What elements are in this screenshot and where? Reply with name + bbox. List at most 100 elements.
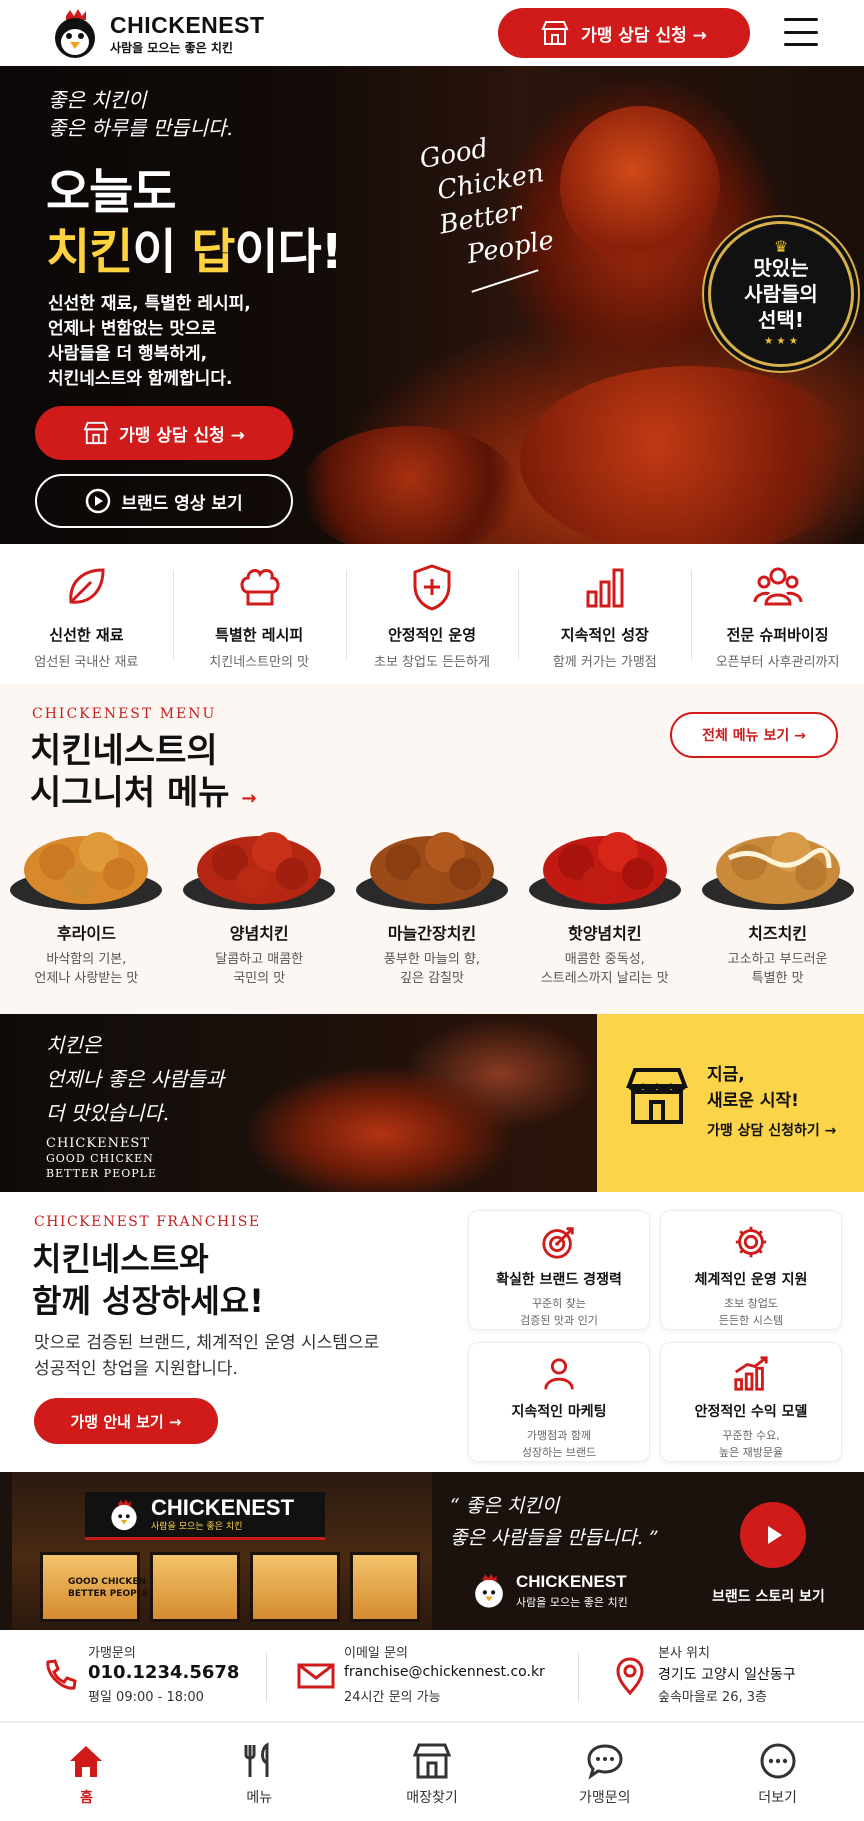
menu-title-line1: 치킨네스트의: [30, 731, 218, 771]
menu-desc-line1: 풍부한 마늘의 향,: [383, 952, 481, 967]
franchise-guide-button[interactable]: 가맹 안내 보기 →: [34, 1398, 218, 1444]
contact-bar: 가맹문의 010.1234.5678 평일 09:00 - 18:00 이메일 …: [0, 1630, 864, 1722]
store-icon: [412, 1743, 452, 1779]
franchise-apply-link[interactable]: 가맹 상담 신청하기 →: [707, 1120, 836, 1140]
franchise-card-desc: 꾸준히 찾는 검증된 맛과 인기: [520, 1295, 598, 1329]
menu-desc-line1: 고소하고 부드러운: [727, 952, 828, 967]
play-icon: [768, 1526, 782, 1544]
promo-brand-line3: BETTER PEOPLE: [46, 1167, 157, 1180]
franchise-card-desc-line2: 검증된 맛과 인기: [520, 1314, 598, 1327]
nav-franchise-inquiry[interactable]: 가맹문의: [518, 1723, 691, 1821]
menu-name: 양념치킨: [229, 924, 289, 943]
brand-video-label: 브랜드 영상 보기: [121, 493, 243, 514]
phone-icon: [46, 1659, 77, 1690]
play-video-button[interactable]: [740, 1502, 806, 1568]
leaf-icon: [69, 568, 105, 604]
gear-icon: [735, 1226, 767, 1258]
store-window: [350, 1552, 420, 1622]
banner-logo-name: CHICKENEST: [516, 1572, 627, 1591]
franchise-card-desc-line1: 꾸준한 수요,: [722, 1429, 780, 1442]
franchise-title: 치킨네스트와 함께 성장하세요!: [32, 1238, 264, 1322]
tagline-underline: [471, 269, 539, 293]
address-label: 본사 위치: [658, 1646, 710, 1661]
hero-title-answer: 답: [191, 224, 235, 280]
menu-name: 마늘간장치킨: [387, 924, 477, 943]
menu-desc-line2: 깊은 감칠맛: [400, 971, 464, 986]
brand-quote-line1: “ 좋은 치킨이: [450, 1495, 560, 1517]
hero-franchise-button[interactable]: 가맹 상담 신청 →: [35, 406, 293, 460]
storefront-sign-slogan: 사람을 모으는 좋은 치킨: [151, 1522, 243, 1532]
menu-item[interactable]: 마늘간장치킨 풍부한 마늘의 향, 깊은 감칠맛: [346, 808, 519, 988]
nav-more[interactable]: 더보기: [691, 1723, 864, 1821]
phone-number[interactable]: 010.1234.5678: [88, 1662, 239, 1683]
utensils-icon: [244, 1742, 269, 1777]
feature-title: 안정적인 운영: [387, 626, 476, 644]
hero-desc-line1: 신선한 재료, 특별한 레시피,: [48, 294, 251, 314]
menu-item[interactable]: 핫양념치킨 매콤한 중독성, 스트레스까지 날리는 맛: [518, 808, 691, 988]
franchise-desc-line1: 맛으로 검증된 브랜드, 체계적인 운영 시스템으로: [34, 1333, 380, 1353]
brand-slogan: 사람을 모으는 좋은 치킨: [110, 40, 233, 55]
feature-sub: 함께 커가는 가맹점: [552, 655, 657, 670]
menu-item[interactable]: 양념치킨 달콤하고 매콤한 국민의 맛: [173, 808, 346, 988]
hero-script-text: 좋은 치킨이 좋은 하루를 만듭니다.: [48, 86, 233, 142]
brand-name: CHICKENEST: [110, 11, 265, 38]
franchise-card-title: 지속적인 마케팅: [511, 1404, 607, 1420]
feature-title: 지속적인 성장: [560, 626, 649, 644]
feature-sub: 오픈부터 사후관리까지: [715, 655, 840, 670]
store-icon: [83, 421, 109, 445]
feature-title: 신선한 재료: [49, 626, 124, 644]
email-label: 이메일 문의: [344, 1646, 408, 1661]
nav-home[interactable]: 홈: [0, 1723, 173, 1821]
franchise-card-desc-line1: 초보 창업도: [723, 1297, 779, 1310]
stars-icon: ★ ★ ★: [764, 336, 798, 347]
store-window: [150, 1552, 240, 1622]
franchise-card: 확실한 브랜드 경쟁력 꾸준히 찾는 검증된 맛과 인기: [468, 1210, 650, 1330]
menu-name: 핫양념치킨: [567, 924, 642, 943]
franchise-card: 지속적인 마케팅 가맹점과 함께 성장하는 브랜드: [468, 1342, 650, 1462]
franchise-consult-button[interactable]: 가맹 상담 신청 →: [498, 8, 750, 58]
hero-title-chicken: 치킨: [46, 224, 133, 280]
franchise-kicker: CHICKENEST FRANCHISE: [34, 1214, 261, 1230]
nav-store-finder[interactable]: 매장찾기: [346, 1723, 519, 1821]
hero-script-line1: 좋은 치킨이: [48, 88, 147, 112]
promo-brand-name: CHICKENEST: [46, 1136, 151, 1151]
new-start-cta[interactable]: 지금, 새로운 시작! 가맹 상담 신청하기 →: [597, 1014, 864, 1192]
store-window-line2: BETTER PEOPLE: [68, 1589, 149, 1599]
brand-video-button[interactable]: 브랜드 영상 보기: [35, 474, 293, 528]
chicken-mascot-icon: [48, 8, 102, 60]
fried-chicken-image: [10, 832, 163, 910]
badge-line2: 사람들의: [744, 282, 818, 306]
menu-name: 치즈치킨: [748, 924, 808, 943]
franchise-desc-line2: 성공적인 창업을 지원합니다.: [34, 1359, 238, 1379]
people-icon: [544, 1358, 574, 1390]
brand-story-link[interactable]: 브랜드 스토리 보기: [712, 1586, 825, 1606]
email-note: 24시간 문의 가능: [344, 1690, 441, 1705]
menu-desc-line2: 언제나 사랑받는 맛: [34, 971, 139, 986]
signature-menu-section: CHICKENEST MENU 치킨네스트의 시그니처 메뉴 → 전체 메뉴 보…: [0, 684, 864, 1014]
brand-logo[interactable]: CHICKENEST 사람을 모으는 좋은 치킨: [48, 8, 265, 60]
email-address[interactable]: franchise@chickennest.co.kr: [344, 1664, 545, 1680]
store-window-line1: GOOD CHICKEN: [68, 1577, 147, 1587]
franchise-card-desc-line2: 든든한 시스템: [718, 1314, 784, 1327]
menu-name: 후라이드: [56, 924, 116, 943]
new-start-line1: 지금,: [707, 1065, 745, 1085]
storefront-sign-name: CHICKENEST: [151, 1495, 295, 1520]
hero-desc-line3: 사람들을 더 행복하게,: [48, 344, 208, 364]
chat-icon: [587, 1744, 623, 1780]
mail-icon: [297, 1663, 335, 1689]
nav-menu[interactable]: 메뉴: [173, 1723, 346, 1821]
garlic-soy-chicken-image: [355, 832, 508, 910]
address-line1: 경기도 고양시 일산동구: [658, 1667, 796, 1683]
hero-franchise-label: 가맹 상담 신청 →: [119, 425, 245, 446]
promo-brand-text: CHICKENEST GOOD CHICKEN BETTER PEOPLE: [46, 1136, 157, 1181]
arrow-right-icon[interactable]: →: [241, 788, 256, 809]
menu-item[interactable]: 후라이드 바삭함의 기본, 언제나 사랑받는 맛: [0, 808, 173, 988]
growth-chart-icon: [734, 1356, 768, 1391]
crown-icon: ♛: [773, 237, 789, 256]
menu-hamburger-icon[interactable]: [784, 18, 818, 46]
view-all-menu-button[interactable]: 전체 메뉴 보기 →: [670, 712, 838, 758]
hero-desc-line2: 언제나 변함없는 맛으로: [48, 319, 217, 339]
menu-item[interactable]: 치즈치킨 고소하고 부드러운 특별한 맛: [691, 808, 864, 988]
menu-desc: 풍부한 마늘의 향, 깊은 감칠맛: [384, 950, 480, 988]
store-icon: [541, 21, 569, 45]
